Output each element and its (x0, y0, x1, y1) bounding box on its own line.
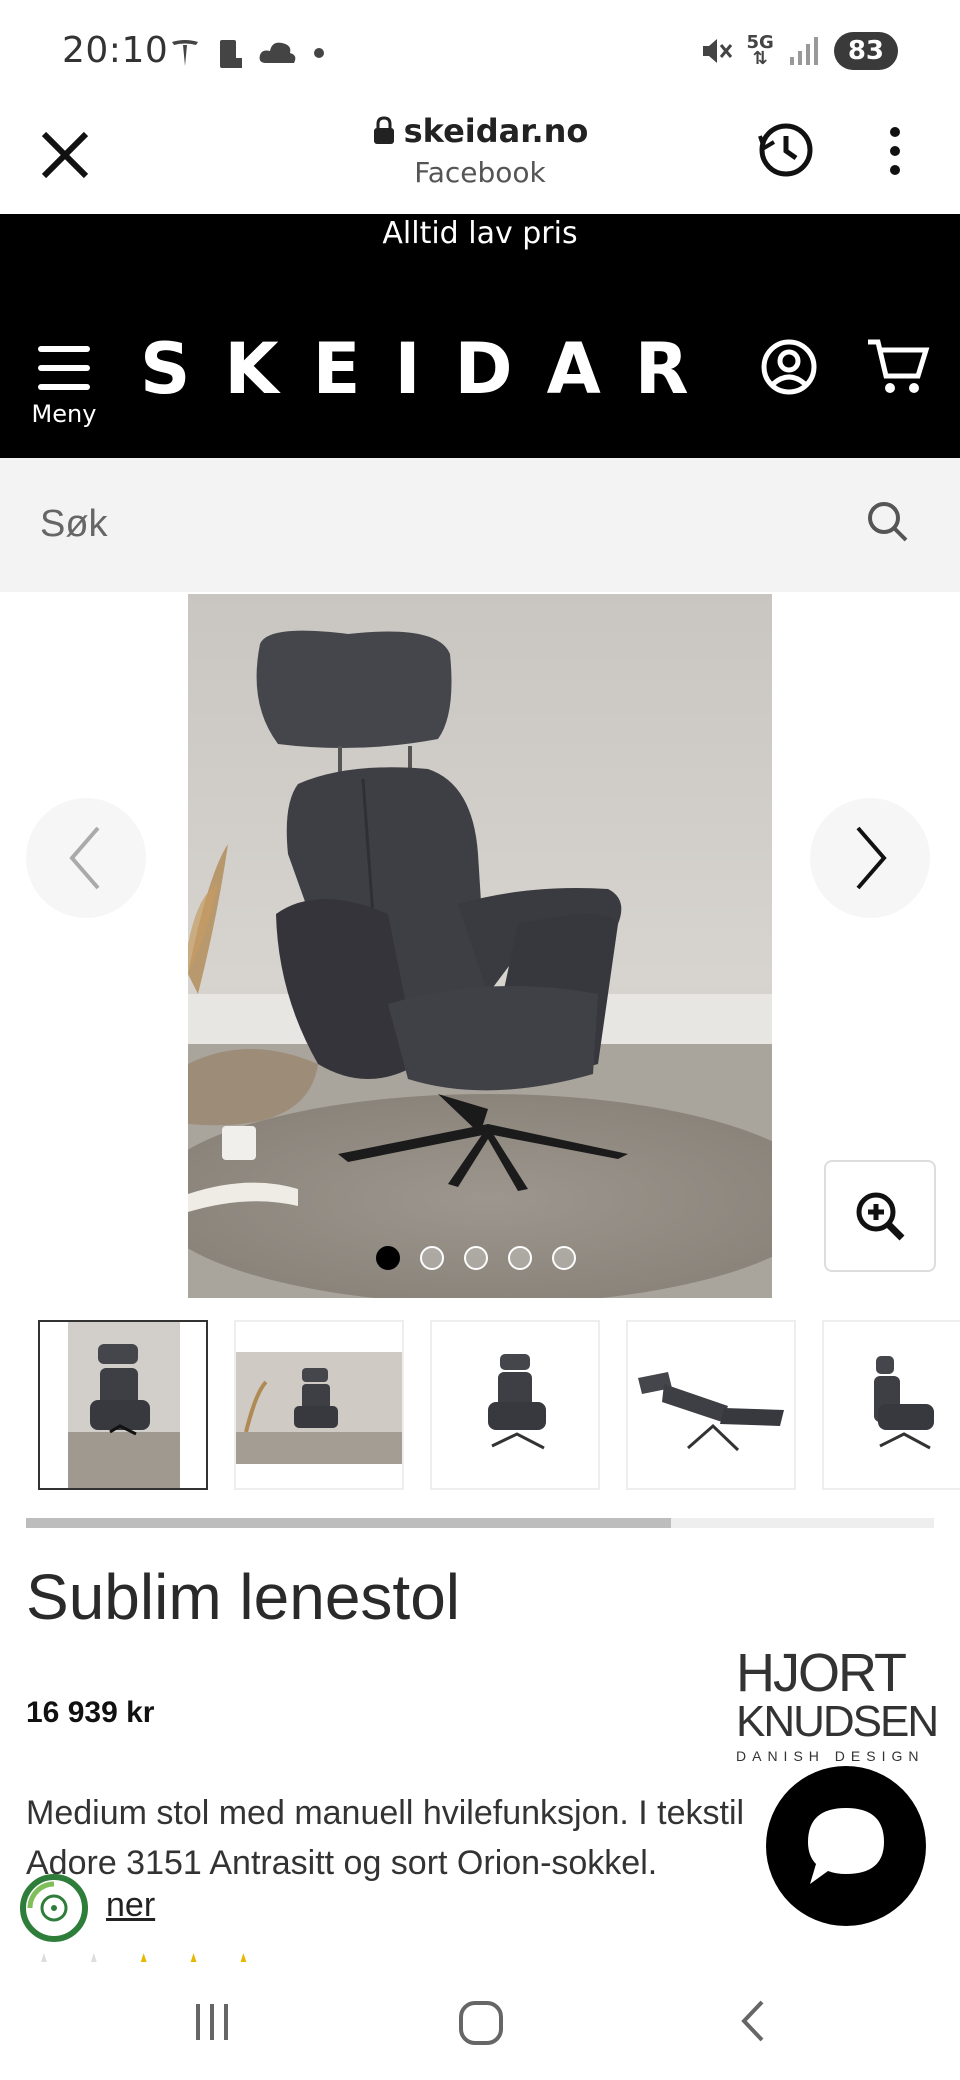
thumbnail-2[interactable] (234, 1320, 404, 1490)
gallery-next-button[interactable] (810, 798, 930, 918)
battery-indicator: 83 (833, 32, 898, 70)
cart-icon[interactable] (866, 336, 930, 398)
menu-label: Meny (31, 400, 97, 428)
network-label: 5G (746, 32, 774, 53)
thumbnail-image (638, 1372, 784, 1452)
gallery-prev-button[interactable] (26, 798, 146, 918)
mute-icon (702, 39, 732, 63)
gallery-dot[interactable] (420, 1246, 444, 1270)
dot-icon (314, 48, 324, 58)
thumbnail-image (236, 1352, 402, 1464)
product-description: Medium stol med manuell hvilefunksjon. I… (26, 1794, 745, 1882)
menu-button[interactable]: Meny (30, 344, 98, 428)
browser-bar: skeidar.no Facebook (0, 110, 960, 214)
5g-icon: 5G ⇅ (746, 32, 774, 69)
menu-icon (38, 346, 90, 390)
url-subtitle: Facebook (414, 156, 546, 189)
trash-icon (220, 40, 242, 68)
url-bar[interactable]: skeidar.no Facebook (330, 112, 630, 189)
brand-logo: HJORT KNUDSEN DANISH DESIGN (736, 1643, 939, 1764)
thumbnail-5[interactable] (822, 1320, 960, 1490)
thumbnail-4[interactable] (626, 1320, 796, 1490)
recent-apps-icon[interactable] (190, 1998, 236, 2044)
product-title: Sublim lenestol (26, 1561, 460, 1633)
signal-icon (789, 37, 818, 65)
rating-stars: ★ ★ ★ ★ ★ (26, 1946, 261, 1962)
search-icon[interactable] (864, 498, 912, 546)
chevron-left-icon (69, 826, 100, 890)
thumbnail-strip (0, 1320, 960, 1492)
read-more-link[interactable]: ner (106, 1886, 155, 1925)
star-icon: ★ (26, 1946, 62, 1962)
thumbnail-1[interactable] (38, 1320, 208, 1490)
star-icon: ★ (176, 1946, 212, 1962)
back-icon[interactable] (732, 1998, 778, 2044)
gallery-dot[interactable] (376, 1246, 400, 1270)
account-icon[interactable] (760, 338, 818, 396)
star-icon: ★ (76, 1946, 112, 1962)
product-gallery (0, 592, 960, 1298)
thumbnail-image (874, 1356, 934, 1450)
status-right-icons: 5G ⇅ 83 (699, 32, 898, 70)
status-left-icons (168, 36, 326, 70)
thumbnail-image (488, 1354, 546, 1450)
tesla-icon (172, 40, 198, 66)
brand-line-1: HJORT (736, 1643, 907, 1703)
status-time: 20:10 (62, 30, 169, 71)
search-input[interactable] (40, 494, 820, 554)
gallery-dot[interactable] (552, 1246, 576, 1270)
close-icon[interactable] (36, 126, 94, 184)
product-price: 16 939 kr (26, 1696, 155, 1729)
chevron-right-icon (856, 826, 887, 890)
gallery-dots (376, 1246, 576, 1270)
system-nav-bar (0, 1964, 960, 2080)
lock-icon (373, 116, 394, 144)
gallery-dot[interactable] (464, 1246, 488, 1270)
site-header: Meny SKEIDAR (0, 270, 960, 458)
url-domain: skeidar.no (403, 112, 589, 150)
thumbnail-3[interactable] (430, 1320, 600, 1490)
status-bar: 20:10 5G ⇅ 83 (0, 0, 960, 110)
brand-line-2: KNUDSEN (736, 1697, 939, 1746)
brand-line-3: DANISH DESIGN (736, 1748, 925, 1764)
gallery-dot[interactable] (508, 1246, 532, 1270)
star-icon: ★ (126, 1946, 162, 1962)
home-icon[interactable] (456, 1998, 506, 2048)
star-icon: ★ (225, 1946, 261, 1962)
thumbnail-scroll-fill (26, 1518, 671, 1528)
eco-badge-icon[interactable] (18, 1872, 90, 1944)
cloud-icon (259, 42, 296, 63)
chat-button[interactable] (766, 1766, 926, 1926)
search-bar (0, 458, 960, 592)
skeidar-logo[interactable]: SKEIDAR (140, 328, 723, 410)
kebab-icon[interactable] (880, 124, 910, 178)
promo-bar: Alltid lav pris (0, 214, 960, 270)
thumbnail-scroll-track[interactable] (26, 1518, 934, 1528)
thumbnail-image (68, 1322, 180, 1488)
main-product-image[interactable] (188, 594, 772, 1298)
url-domain-row: skeidar.no (372, 112, 589, 150)
history-icon[interactable] (754, 118, 818, 182)
zoom-in-icon (856, 1192, 905, 1241)
chat-bubble-icon (808, 1808, 884, 1884)
zoom-button[interactable] (824, 1160, 936, 1272)
armchair-illustration (188, 630, 628, 1212)
